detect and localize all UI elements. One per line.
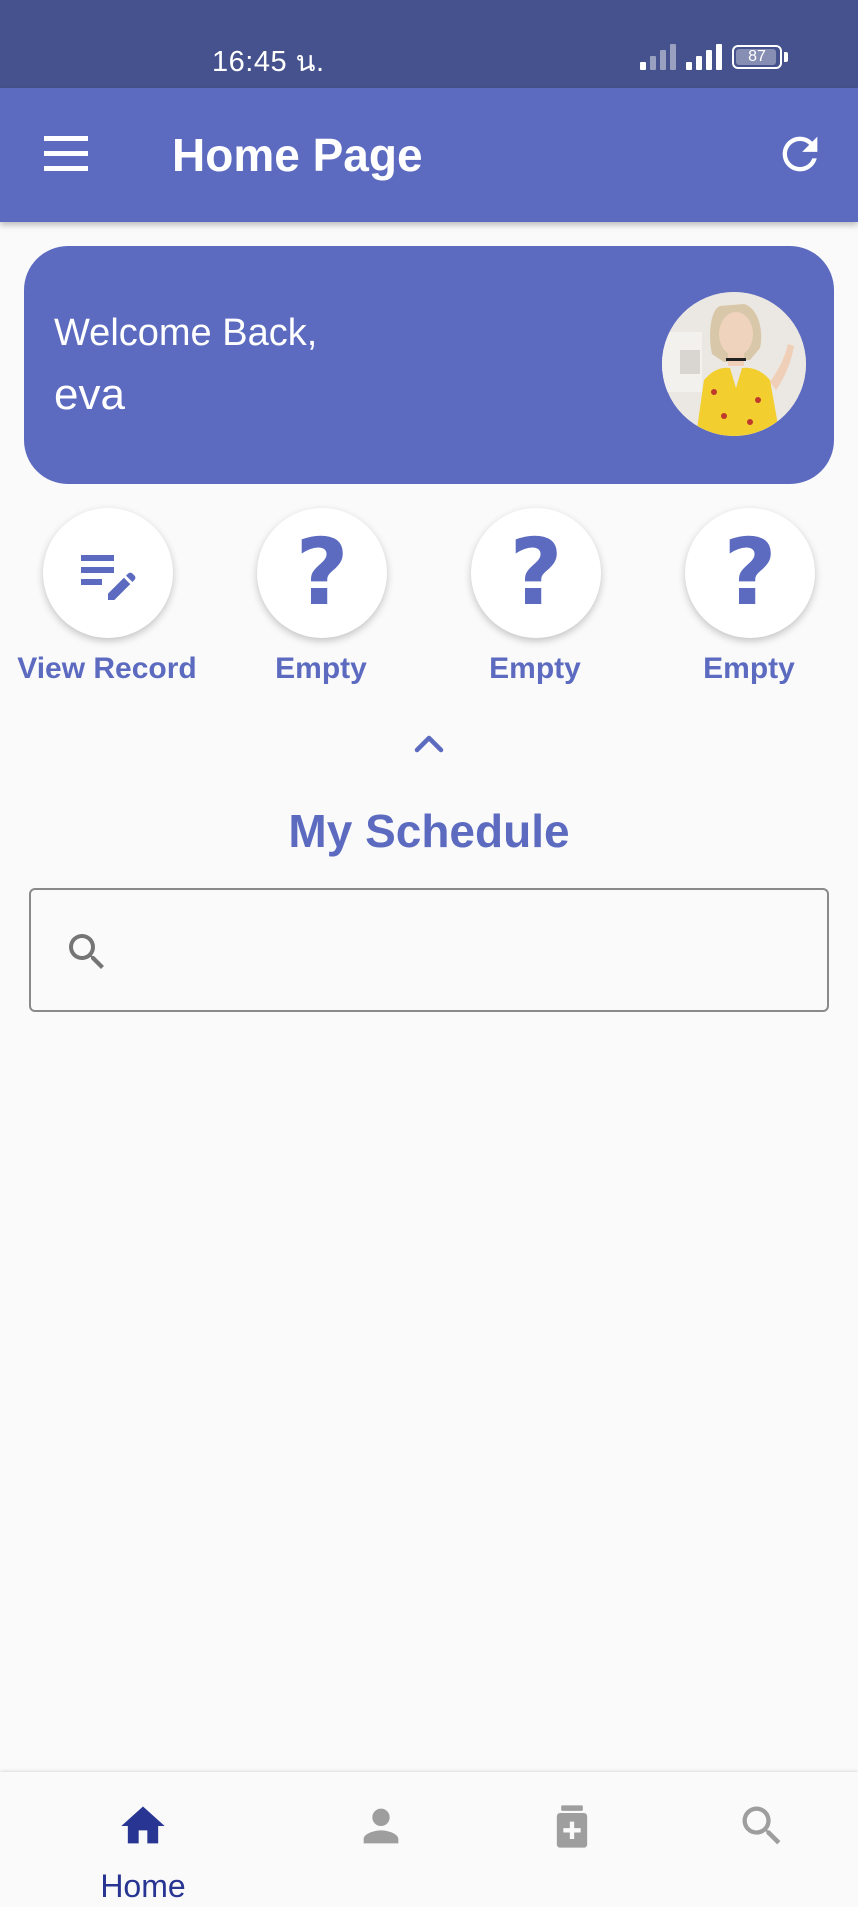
chevron-up-icon <box>414 735 444 753</box>
shortcut-label: View Record <box>17 652 197 685</box>
medical-box-icon <box>556 1805 588 1848</box>
search-icon <box>742 1806 781 1845</box>
nav-item-search[interactable] <box>692 1772 832 1907</box>
home-icon <box>121 1806 165 1844</box>
question-icon: ? <box>295 519 349 626</box>
shortcut-view-record[interactable]: View Record <box>0 508 214 698</box>
question-icon: ? <box>723 519 777 626</box>
welcome-username: eva <box>54 370 125 419</box>
menu-button[interactable] <box>34 126 98 182</box>
schedule-search-box[interactable] <box>29 888 829 1012</box>
edit-note-icon <box>81 555 136 600</box>
search-icon <box>69 934 104 969</box>
status-bar: 16:45 น. 87 <box>0 0 858 88</box>
person-icon <box>363 1808 399 1844</box>
hamburger-menu-icon <box>44 136 88 171</box>
page-title: Home Page <box>172 129 423 181</box>
shortcut-empty-3[interactable]: ? Empty <box>642 508 856 698</box>
nav-item-medicine[interactable] <box>502 1772 642 1907</box>
shortcut-empty-2[interactable]: ? Empty <box>428 508 642 698</box>
nav-item-home[interactable]: Home <box>73 1772 213 1907</box>
avatar[interactable] <box>662 292 806 436</box>
signal-sim1-icon <box>640 42 676 70</box>
welcome-greeting: Welcome Back, <box>54 312 318 354</box>
schedule-search-input[interactable] <box>131 910 811 994</box>
refresh-icon <box>782 136 818 172</box>
battery-tip <box>784 52 788 62</box>
status-time: 16:45 น. <box>212 46 325 78</box>
app-bar: Home Page <box>0 88 858 222</box>
shortcut-circle: ? <box>471 508 601 638</box>
schedule-title: My Schedule <box>288 805 570 857</box>
battery-level: 87 <box>748 48 766 65</box>
shortcut-circle: ? <box>685 508 815 638</box>
nav-item-profile[interactable] <box>311 1772 451 1907</box>
shortcut-empty-1[interactable]: ? Empty <box>214 508 428 698</box>
battery-icon: 87 <box>732 45 782 69</box>
refresh-button[interactable] <box>774 128 826 180</box>
welcome-card: Welcome Back, eva <box>24 246 834 484</box>
bottom-navigation: Home <box>0 1772 858 1907</box>
signal-sim2-icon <box>686 42 722 70</box>
collapse-shortcuts-button[interactable] <box>409 728 449 758</box>
shortcut-label: Empty <box>703 652 795 685</box>
nav-label-home: Home <box>100 1868 186 1904</box>
shortcut-label: Empty <box>489 652 581 685</box>
shortcut-circle <box>43 508 173 638</box>
question-icon: ? <box>509 519 563 626</box>
shortcut-label: Empty <box>275 652 367 685</box>
shortcut-circle: ? <box>257 508 387 638</box>
avatar-photo <box>662 292 806 436</box>
